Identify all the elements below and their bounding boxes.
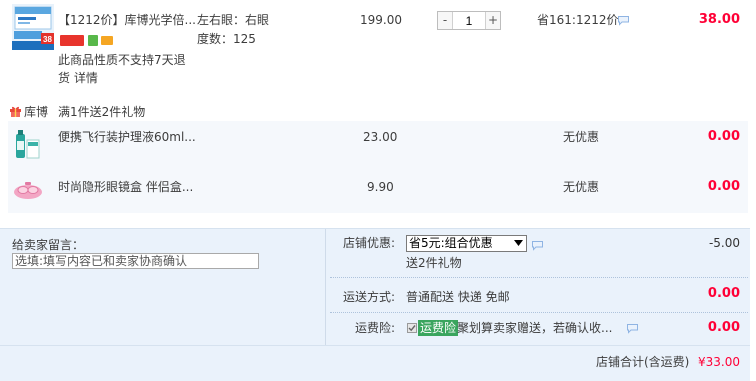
quantity-decrease-button[interactable]: - [438,12,453,29]
insurance-label: 运费险: [354,321,395,335]
shop-discount-label: 店铺优惠: [342,236,395,250]
item-subtotal: 38.00 [698,12,740,27]
product-attributes: 左右眼：右眼 度数：125 [197,11,269,49]
product-thumbnail[interactable]: 38 [12,4,54,50]
shipping-label: 运送方式: [342,290,395,304]
check-icon [408,325,416,332]
gift-icon [10,106,21,117]
shop-total-amount: ¥33.00 [698,355,740,369]
chat-bubble-icon[interactable] [531,240,544,251]
insurance-description: 聚划算卖家赠送，若确认收... [457,321,613,335]
gift-thumbnail-solution[interactable] [12,126,42,160]
promo-badge-icon [60,35,84,46]
attribute-eye: 左右眼：右眼 [197,13,270,27]
row-divider [330,277,748,278]
shipping-amount: 0.00 [707,286,740,301]
gift-item-discount: 无优惠 [563,130,600,144]
quantity-increase-button[interactable]: + [485,12,500,29]
attribute-power: 度数：125 [197,32,256,46]
insurance-checkbox[interactable] [407,323,417,333]
gift-thumbnail-lens-case[interactable] [12,178,44,202]
return-policy-notice: 此商品性质不支持7天退货 详情 [58,51,192,87]
shop-discount-selected: 省5元:组合优惠 [409,236,493,250]
gift-item-discount: 无优惠 [563,180,600,194]
shop-discount-amount: -5.00 [708,236,740,250]
chat-bubble-icon[interactable] [626,323,639,334]
insurance-amount: 0.00 [707,320,740,335]
gift-item-subtotal: 0.00 [707,179,740,194]
chevron-down-icon [514,240,523,246]
quantity-stepper: - + [437,11,501,30]
shop-total-label: 店铺合计(含运费) [596,355,690,369]
chat-bubble-icon[interactable] [617,15,630,26]
row-divider [330,312,748,313]
service-guarantee-icon[interactable] [88,35,98,46]
product-title-link[interactable]: 【1212价】库博光学倍... [58,12,196,28]
gift-item-price: 9.90 [367,180,394,194]
gift-promo-label: 满1件送2件礼物 [58,105,146,119]
total-divider [0,345,750,346]
seller-message-label: 给卖家留言： [12,238,85,252]
credit-card-icon[interactable] [101,36,113,45]
gift-promo-shop: 库博 [24,105,49,119]
unit-price: 199.00 [360,13,402,27]
return-policy-detail-link[interactable]: 详情 [74,71,98,85]
item-discount: 省161:1212价 [537,13,619,27]
shop-discount-select[interactable]: 省5元:组合优惠 [406,235,527,252]
gift-item-title[interactable]: 便携飞行装护理液60ml... [58,129,196,145]
seller-message-input[interactable] [12,253,259,269]
insurance-tag: 运费险 [418,320,459,336]
shop-discount-note: 送2件礼物 [406,256,462,270]
quantity-input[interactable] [453,12,485,29]
gift-item-price: 23.00 [363,130,398,144]
order-confirm-page: 38 【1212价】库博光学倍... 此商品性质不支持7天退货 详情 左右眼：右… [0,0,756,381]
gift-item-subtotal: 0.00 [707,129,740,144]
gift-item-title[interactable]: 时尚隐形眼镜盒 伴侣盒... [58,179,193,195]
shipping-method: 普通配送 快递 免邮 [406,290,510,304]
product-thumbnail-tag: 38 [43,35,52,44]
